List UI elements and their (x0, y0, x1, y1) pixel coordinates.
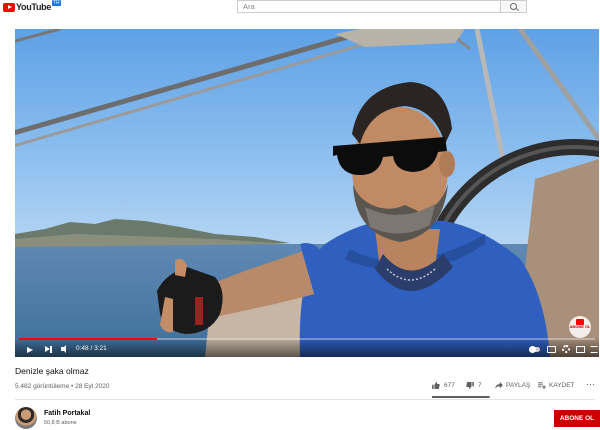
subscribe-watermark[interactable]: ABONE OL (569, 316, 591, 338)
upload-date: 28 Eyl 2020 (75, 383, 110, 390)
subtitles-icon[interactable] (547, 346, 556, 353)
time-current: 0:48 (76, 345, 89, 352)
watermark-text: ABONE OL (569, 324, 591, 329)
time-display: 0:48 / 3:21 (76, 345, 107, 353)
playlist-add-icon (538, 382, 546, 389)
masthead: YouTube TR Ara (0, 0, 600, 16)
subscribe-button[interactable]: ABONE OL (554, 410, 600, 427)
dislike-count: 7 (478, 382, 482, 389)
thumbs-up-icon (432, 382, 440, 389)
video-title: Denizle şaka olmaz (15, 366, 89, 376)
video-frame (15, 29, 599, 357)
theater-mode-icon[interactable] (576, 346, 585, 353)
dislike-button[interactable]: 7 (466, 382, 482, 389)
youtube-logo[interactable]: YouTube TR (3, 0, 61, 13)
channel-avatar[interactable] (15, 407, 37, 429)
search-icon (510, 3, 517, 10)
video-player[interactable]: ABONE OL 0:48 / 3:21 (15, 29, 599, 357)
youtube-play-icon (3, 2, 15, 12)
view-count: 5.482 görüntüleme (15, 383, 70, 390)
more-actions-button[interactable]: ⋯ (586, 379, 595, 390)
share-icon (495, 382, 503, 389)
fullscreen-icon[interactable] (590, 346, 598, 353)
search-button[interactable] (500, 0, 527, 13)
autoplay-toggle-icon[interactable] (529, 346, 540, 353)
progress-fill (19, 338, 157, 340)
sentiment-bar-fill (432, 396, 490, 398)
save-label: KAYDET (549, 382, 575, 389)
channel-name[interactable]: Fatih Portakal (44, 410, 90, 417)
search-placeholder: Ara (243, 2, 255, 11)
like-button[interactable]: 677 (432, 382, 455, 389)
sentiment-bar (432, 396, 490, 398)
more-actions-icon: ⋯ (586, 379, 595, 389)
like-count: 677 (444, 382, 455, 389)
share-label: PAYLAŞ (506, 382, 531, 389)
logo-text: YouTube (16, 2, 52, 12)
video-meta: 5.482 görüntüleme • 28 Eyl 2020 (15, 383, 109, 390)
share-button[interactable]: PAYLAŞ (495, 382, 530, 389)
play-icon[interactable] (27, 347, 33, 353)
progress-bar[interactable] (19, 338, 595, 340)
thumbs-down-icon (466, 382, 474, 389)
time-total: 3:21 (94, 345, 107, 352)
settings-gear-icon[interactable] (562, 345, 570, 353)
logo-country-badge: TR (52, 0, 61, 6)
next-icon[interactable] (45, 346, 53, 353)
search-input[interactable]: Ara (237, 0, 500, 13)
save-button[interactable]: KAYDET (538, 382, 575, 389)
volume-icon[interactable] (61, 345, 71, 353)
divider (15, 399, 595, 400)
subscriber-count: 50,8 B abone (44, 420, 77, 426)
